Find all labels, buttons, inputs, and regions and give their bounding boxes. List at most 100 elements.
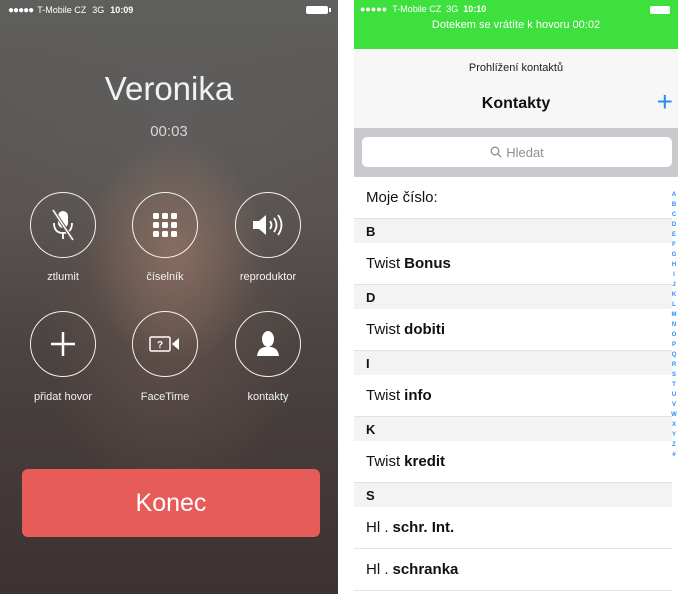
contacts-button[interactable]	[235, 311, 301, 377]
contact-row[interactable]: Twist Bonus	[354, 243, 672, 285]
index-letter[interactable]: F	[672, 240, 676, 250]
carrier-name: T-Mobile CZ	[392, 4, 442, 14]
svg-text:?: ?	[157, 340, 163, 351]
index-letter[interactable]: C	[672, 210, 676, 220]
index-letter[interactable]: X	[672, 420, 676, 430]
keypad-label: číselník	[146, 271, 184, 283]
clock: 10:10	[463, 4, 487, 14]
call-duration: 00:03	[150, 123, 188, 140]
contact-first-name: Twist	[366, 387, 401, 404]
index-letter[interactable]: T	[672, 380, 676, 390]
section-header-s: S	[354, 483, 672, 507]
contact-row[interactable]: Hl . schr. Int.	[354, 507, 672, 549]
index-letter[interactable]: D	[672, 220, 676, 230]
search-input[interactable]: Hledat	[362, 137, 672, 167]
add-contact-button[interactable]: +	[657, 87, 673, 117]
alphabet-index[interactable]: A B C D E F G H I J K L M N O P Q R S T U V W X Y Z #	[670, 190, 678, 460]
signal-strength: ●●●●●	[8, 4, 34, 16]
contact-last-name: schranka	[392, 561, 459, 578]
index-letter[interactable]: W	[671, 410, 677, 420]
index-letter[interactable]: Y	[672, 430, 676, 440]
contacts-label: kontakty	[247, 391, 289, 403]
section-header-b: B	[354, 219, 672, 243]
clock: 10:09	[110, 5, 134, 15]
add-call-button[interactable]	[30, 311, 96, 377]
contact-last-name: dobiti	[404, 321, 445, 338]
speaker-label: reproduktor	[239, 271, 297, 283]
status-bar: ●●●●● T-Mobile CZ 3G 10:10	[360, 4, 486, 14]
nav-subtitle: Prohlížení kontaktů	[468, 62, 564, 74]
battery-icon	[650, 6, 670, 14]
facetime-icon: ?	[149, 336, 179, 352]
my-number-row[interactable]: Moje číslo:	[354, 177, 672, 219]
battery-icon	[306, 6, 331, 14]
index-letter[interactable]: K	[672, 290, 676, 300]
navigation-bar: Prohlížení kontaktů Kontakty +	[354, 49, 678, 129]
contact-person-icon	[257, 331, 279, 356]
section-header-i: I	[354, 351, 672, 375]
return-to-call-banner[interactable]: ●●●●● T-Mobile CZ 3G 10:10 Dotekem se vr…	[354, 0, 678, 49]
contact-last-name: info	[404, 387, 432, 404]
index-letter[interactable]: L	[672, 300, 676, 310]
signal-strength: ●●●●●	[360, 4, 388, 14]
my-number-label: Moje číslo:	[366, 189, 438, 206]
add-call-label: přidat hovor	[33, 391, 93, 403]
caller-name: Veronika	[104, 70, 234, 107]
index-letter[interactable]: H	[672, 260, 676, 270]
index-letter[interactable]: G	[672, 250, 677, 260]
index-letter[interactable]: B	[672, 200, 676, 210]
in-call-screen: ●●●●● T-Mobile CZ 3G 10:09 Veronika 00:0…	[0, 0, 338, 594]
contact-row[interactable]: Twist info	[354, 375, 672, 417]
index-letter[interactable]: #	[672, 450, 675, 460]
contact-row[interactable]: Twist kredit	[354, 441, 672, 483]
index-letter[interactable]: A	[672, 190, 676, 200]
contacts-screen: ●●●●● T-Mobile CZ 3G 10:10 Dotekem se vr…	[354, 0, 678, 594]
index-letter[interactable]: E	[672, 230, 676, 240]
contact-row[interactable]: Hl . schranka	[354, 549, 672, 591]
network-type: 3G	[92, 5, 105, 15]
index-letter[interactable]: Q	[672, 350, 677, 360]
contact-first-name: Twist	[366, 321, 401, 338]
index-letter[interactable]: P	[672, 340, 676, 350]
index-letter[interactable]: J	[672, 280, 675, 290]
status-bar: ●●●●● T-Mobile CZ 3G 10:09	[0, 0, 338, 20]
contact-last-name: kredit	[404, 453, 446, 470]
facetime-button[interactable]: ?	[132, 311, 198, 377]
network-type: 3G	[446, 4, 459, 14]
microphone-muted-icon	[51, 209, 75, 241]
section-header-k: K	[354, 417, 672, 441]
speaker-icon	[253, 214, 283, 236]
plus-icon	[51, 332, 75, 356]
keypad-button[interactable]	[132, 192, 198, 258]
carrier-name: T-Mobile CZ	[37, 5, 87, 15]
contacts-list: Moje číslo: B Twist Bonus D Twist dobiti…	[354, 177, 672, 591]
index-letter[interactable]: S	[672, 370, 676, 380]
index-letter[interactable]: Z	[672, 440, 676, 450]
index-letter[interactable]: N	[672, 320, 676, 330]
index-letter[interactable]: O	[672, 330, 677, 340]
contact-row[interactable]: Twist dobiti	[354, 309, 672, 351]
index-letter[interactable]: V	[672, 400, 676, 410]
section-header-d: D	[354, 285, 672, 309]
search-icon	[490, 146, 502, 158]
nav-title: Kontakty	[481, 95, 551, 112]
speaker-button[interactable]	[235, 192, 301, 258]
search-placeholder: Hledat	[506, 144, 544, 160]
index-letter[interactable]: I	[673, 270, 675, 280]
index-letter[interactable]: U	[672, 390, 676, 400]
end-call-button[interactable]: Konec	[22, 469, 320, 537]
contact-first-name: Hl .	[366, 561, 389, 578]
search-bar: Hledat	[354, 129, 678, 177]
facetime-label: FaceTime	[140, 391, 190, 403]
mute-button[interactable]	[30, 192, 96, 258]
return-to-call-text: Dotekem se vrátíte k hovoru 00:02	[431, 19, 601, 31]
contact-last-name: Bonus	[404, 255, 451, 272]
contact-first-name: Twist	[366, 453, 401, 470]
contact-last-name: schr. Int.	[392, 519, 455, 536]
keypad-icon	[153, 213, 177, 237]
contact-first-name: Hl .	[366, 519, 389, 536]
mute-label: ztlumit	[47, 271, 79, 283]
index-letter[interactable]: M	[672, 310, 677, 320]
contact-first-name: Twist	[366, 255, 401, 272]
index-letter[interactable]: R	[672, 360, 676, 370]
